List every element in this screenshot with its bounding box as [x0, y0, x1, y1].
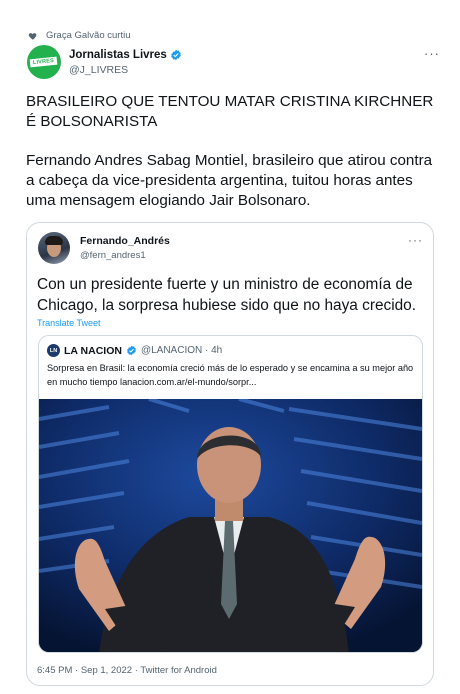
quoted-avatar[interactable]: [38, 232, 70, 264]
translate-tweet-link[interactable]: Translate Tweet: [37, 318, 101, 328]
display-name: Jornalistas Livres: [69, 48, 167, 61]
author-handle[interactable]: @J_LIVRES: [69, 64, 182, 76]
quoted-tweet-timestamp[interactable]: 6:45 PM · Sep 1, 2022 · Twitter for Andr…: [37, 665, 217, 676]
nested-author-handle: @LANACION · 4h: [140, 345, 223, 356]
tweet-photo[interactable]: [39, 399, 422, 652]
quoted-tweet-author: Fernando_Andrés @fern_andres1 ···: [38, 231, 423, 265]
nested-tweet-author: LN LA NACION @LANACION · 4h: [47, 344, 222, 357]
quoted-display-name[interactable]: Fernando_Andrés: [80, 235, 170, 247]
quoted-author-handle[interactable]: @fern_andres1: [80, 250, 170, 261]
nested-quoted-tweet[interactable]: LN LA NACION @LANACION · 4h Sorpresa en …: [38, 335, 423, 653]
tweet-headline: BRASILEIRO QUE TENTOU MATAR CRISTINA KIR…: [26, 93, 434, 130]
social-context[interactable]: Graça Galvão curtiu: [28, 30, 130, 41]
social-context-text: Graça Galvão curtiu: [46, 30, 131, 41]
quoted-author-names: Fernando_Andrés @fern_andres1: [80, 235, 170, 261]
more-options-icon[interactable]: ···: [424, 46, 440, 61]
quoted-more-options-icon[interactable]: ···: [408, 233, 423, 247]
tweet-body: Fernando Andres Sabag Montiel, brasileir…: [26, 152, 433, 209]
avatar-hair: [45, 236, 63, 245]
photo-illustration: [39, 399, 422, 652]
avatar-logo-text: LIVRES: [30, 56, 58, 68]
heart-icon: [28, 32, 37, 40]
lanacion-logo-icon: LN: [47, 344, 60, 357]
nested-display-name[interactable]: LA NACION: [64, 345, 122, 357]
verified-badge-icon: [127, 345, 136, 356]
nested-tweet-text: Sorpresa en Brasil: la economía creció m…: [47, 363, 414, 387]
author-names: Jornalistas Livres @J_LIVRES: [69, 49, 182, 76]
verified-badge-icon: [171, 49, 181, 60]
tweet-author: LIVRES Jornalistas Livres @J_LIVRES ···: [27, 44, 440, 80]
avatar[interactable]: LIVRES: [27, 45, 61, 79]
quoted-tweet-card[interactable]: Fernando_Andrés @fern_andres1 ··· Con un…: [26, 222, 434, 686]
quoted-tweet-text: Con un presidente fuerte y un ministro d…: [37, 276, 417, 314]
display-name-row[interactable]: Jornalistas Livres: [69, 49, 182, 61]
